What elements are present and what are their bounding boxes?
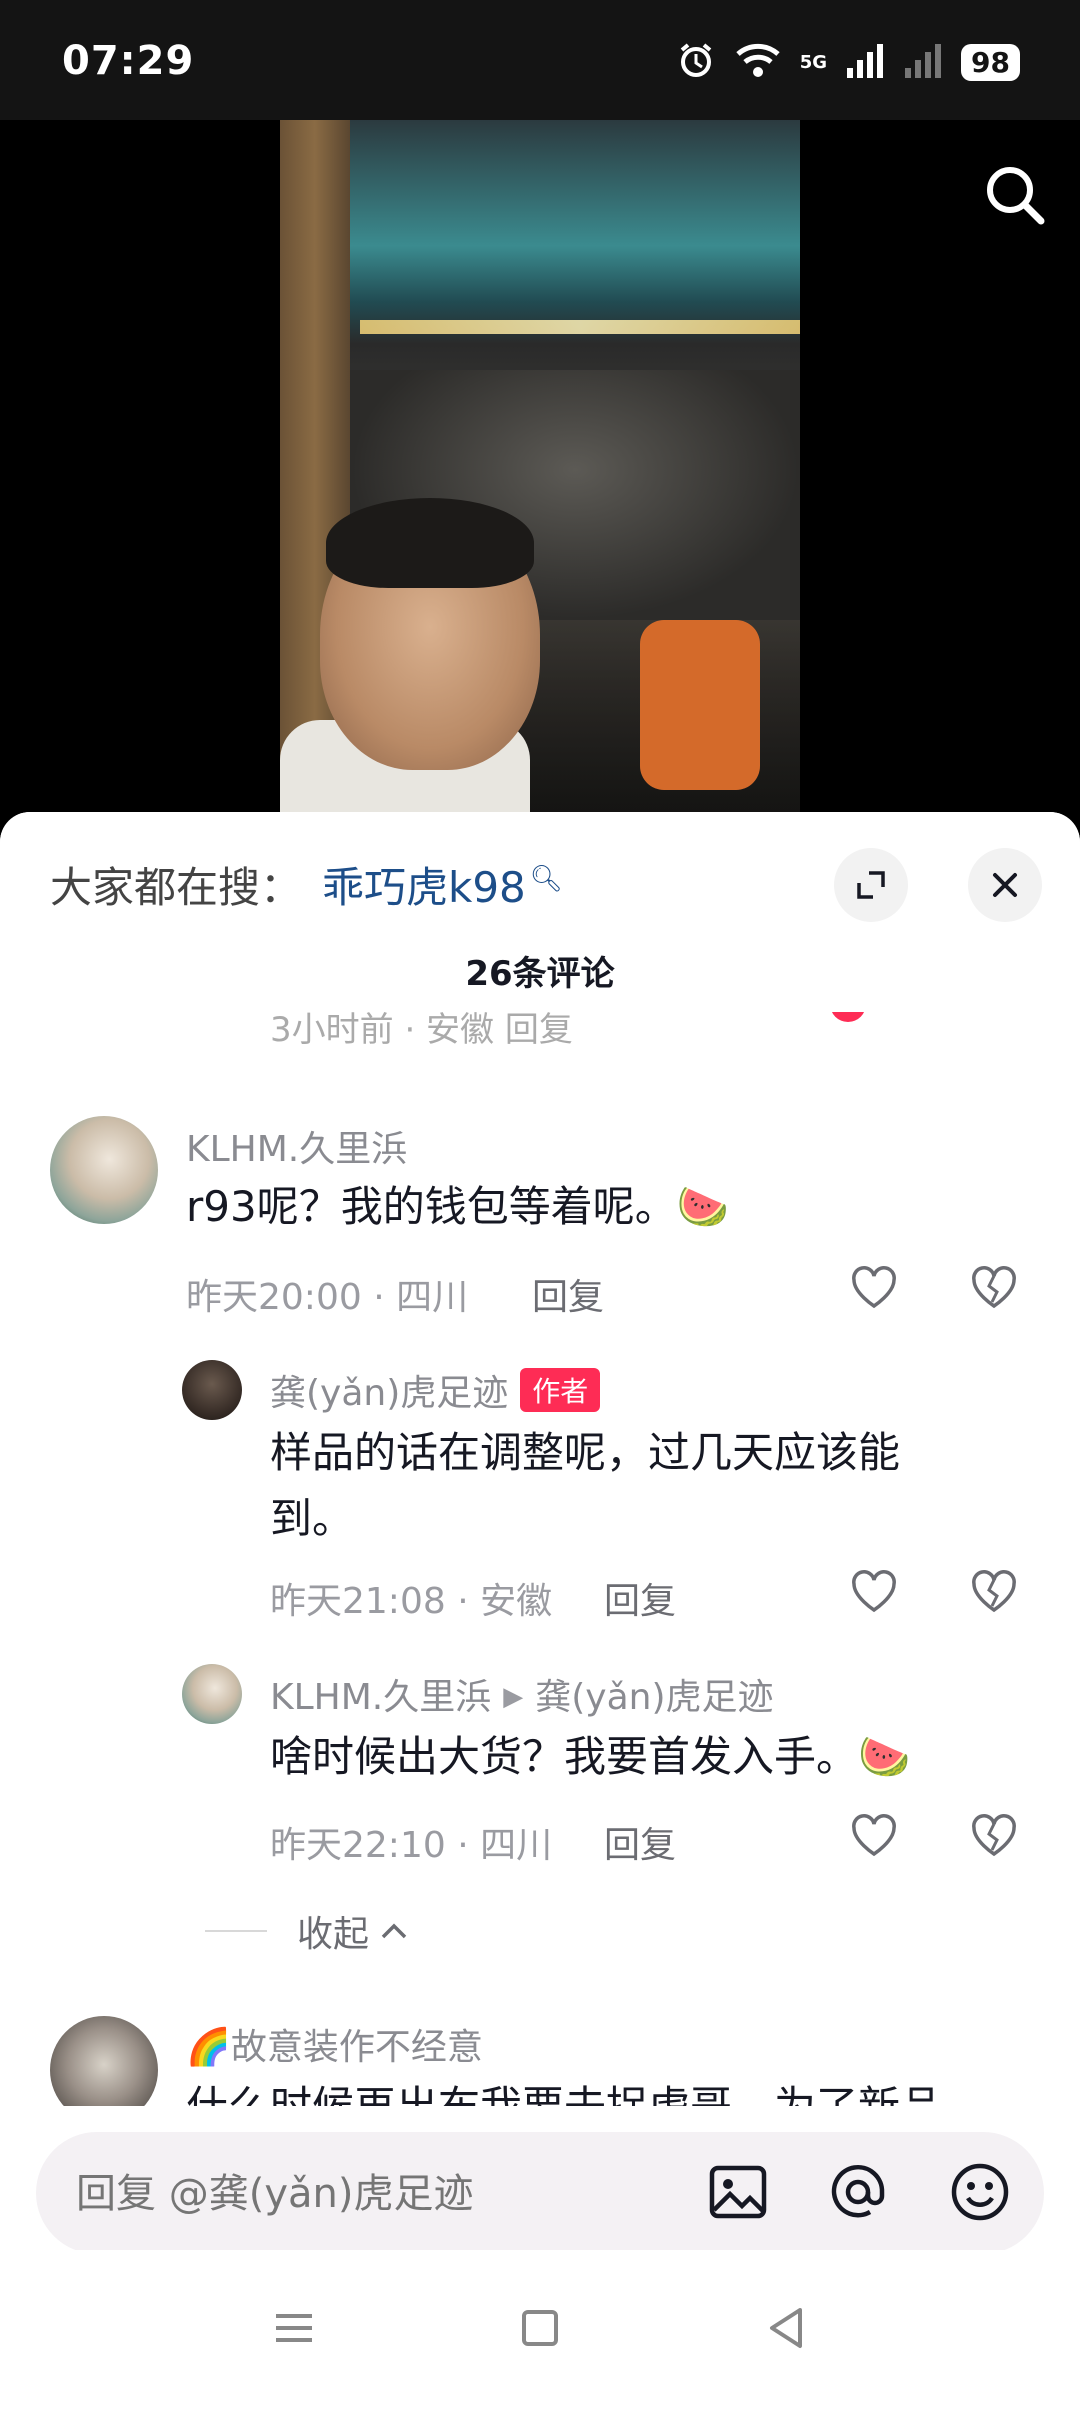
author-badge: 作者 <box>520 1368 601 1412</box>
reply-bar <box>0 2106 1080 2254</box>
menu-icon[interactable] <box>264 2298 324 2358</box>
reply-arrow-icon: ▶ <box>503 1682 524 1712</box>
expand-button[interactable] <box>834 848 908 922</box>
home-icon[interactable] <box>510 2298 570 2358</box>
dislike-broken-heart-icon[interactable] <box>968 1566 1020 1618</box>
comment-text: r93呢？我的钱包等着呢。🍉 <box>186 1182 730 1231</box>
reply-username[interactable]: KLHM.久里浜 ▶ 龚(yǎn)虎足迹 <box>270 1668 774 1720</box>
reply-text: 样品的话在调整呢，过几天应该能到。 <box>270 1428 901 1543</box>
status-icons: 5G 98 <box>676 38 1020 86</box>
like-heart-icon[interactable] <box>848 1262 900 1314</box>
network-type: 5G <box>799 51 828 73</box>
signal-secondary-icon <box>903 40 943 84</box>
dislike-broken-heart-icon[interactable] <box>968 1810 1020 1862</box>
signal-icon <box>845 40 885 84</box>
mention-icon[interactable] <box>826 2160 890 2224</box>
video-player[interactable] <box>0 120 1080 820</box>
avatar[interactable] <box>182 1360 242 1420</box>
system-nav-bar <box>0 2250 1080 2414</box>
search-icon[interactable] <box>980 160 1050 230</box>
reply-username[interactable]: 龚(yǎn)虎足迹 作者 <box>270 1364 601 1416</box>
comment-username[interactable]: KLHM.久里浜 <box>186 1120 407 1172</box>
battery-indicator: 98 <box>961 43 1020 81</box>
reply-input[interactable] <box>74 2170 638 2218</box>
emoji-icon[interactable] <box>948 2160 1012 2224</box>
video-frame <box>280 120 800 820</box>
chevron-up-icon <box>381 1923 407 1939</box>
avatar[interactable] <box>50 1116 158 1224</box>
trending-label: 大家都在搜： <box>50 863 303 912</box>
divider <box>205 1930 267 1932</box>
comment-count: 26条评论 <box>465 954 615 994</box>
reply-input-container[interactable] <box>36 2132 1044 2254</box>
sheet-header: 大家都在搜： 乖巧虎k98 🔍︎ 26条评论 <box>0 812 1080 1012</box>
reply-meta: 昨天21:08 · 安徽 <box>270 1581 553 1622</box>
reply-button[interactable]: 回复 <box>532 1268 604 1320</box>
trending-search-link[interactable]: 乖巧虎k98 🔍︎ <box>322 854 563 915</box>
avatar[interactable] <box>182 1664 242 1724</box>
status-time: 07:29 <box>62 38 195 84</box>
image-icon[interactable] <box>706 2160 770 2224</box>
like-heart-icon[interactable] <box>848 1566 900 1618</box>
comment-meta: 昨天20:00 · 四川 <box>186 1277 469 1318</box>
reply-button[interactable]: 回复 <box>604 1572 676 1624</box>
close-button[interactable] <box>968 848 1042 922</box>
close-icon <box>993 873 1017 897</box>
reply-meta: 昨天22:10 · 四川 <box>270 1825 553 1866</box>
status-bar: 07:29 5G 98 <box>0 0 1080 120</box>
back-icon[interactable] <box>756 2298 816 2358</box>
reply-button[interactable]: 回复 <box>604 1816 676 1868</box>
expand-icon <box>857 871 885 899</box>
comment-username[interactable]: 🌈故意装作不经意 <box>186 2018 483 2070</box>
alarm-icon <box>676 40 716 84</box>
like-heart-icon[interactable] <box>848 1810 900 1862</box>
collapse-label: 收起 <box>297 1914 370 1955</box>
reply-text: 啥时候出大货？我要首发入手。🍉 <box>270 1732 911 1781</box>
wifi-icon <box>734 40 782 84</box>
small-search-icon: 🔍︎ <box>529 864 563 894</box>
collapse-replies-button[interactable]: 收起 <box>205 1907 411 1955</box>
dislike-broken-heart-icon[interactable] <box>968 1262 1020 1314</box>
